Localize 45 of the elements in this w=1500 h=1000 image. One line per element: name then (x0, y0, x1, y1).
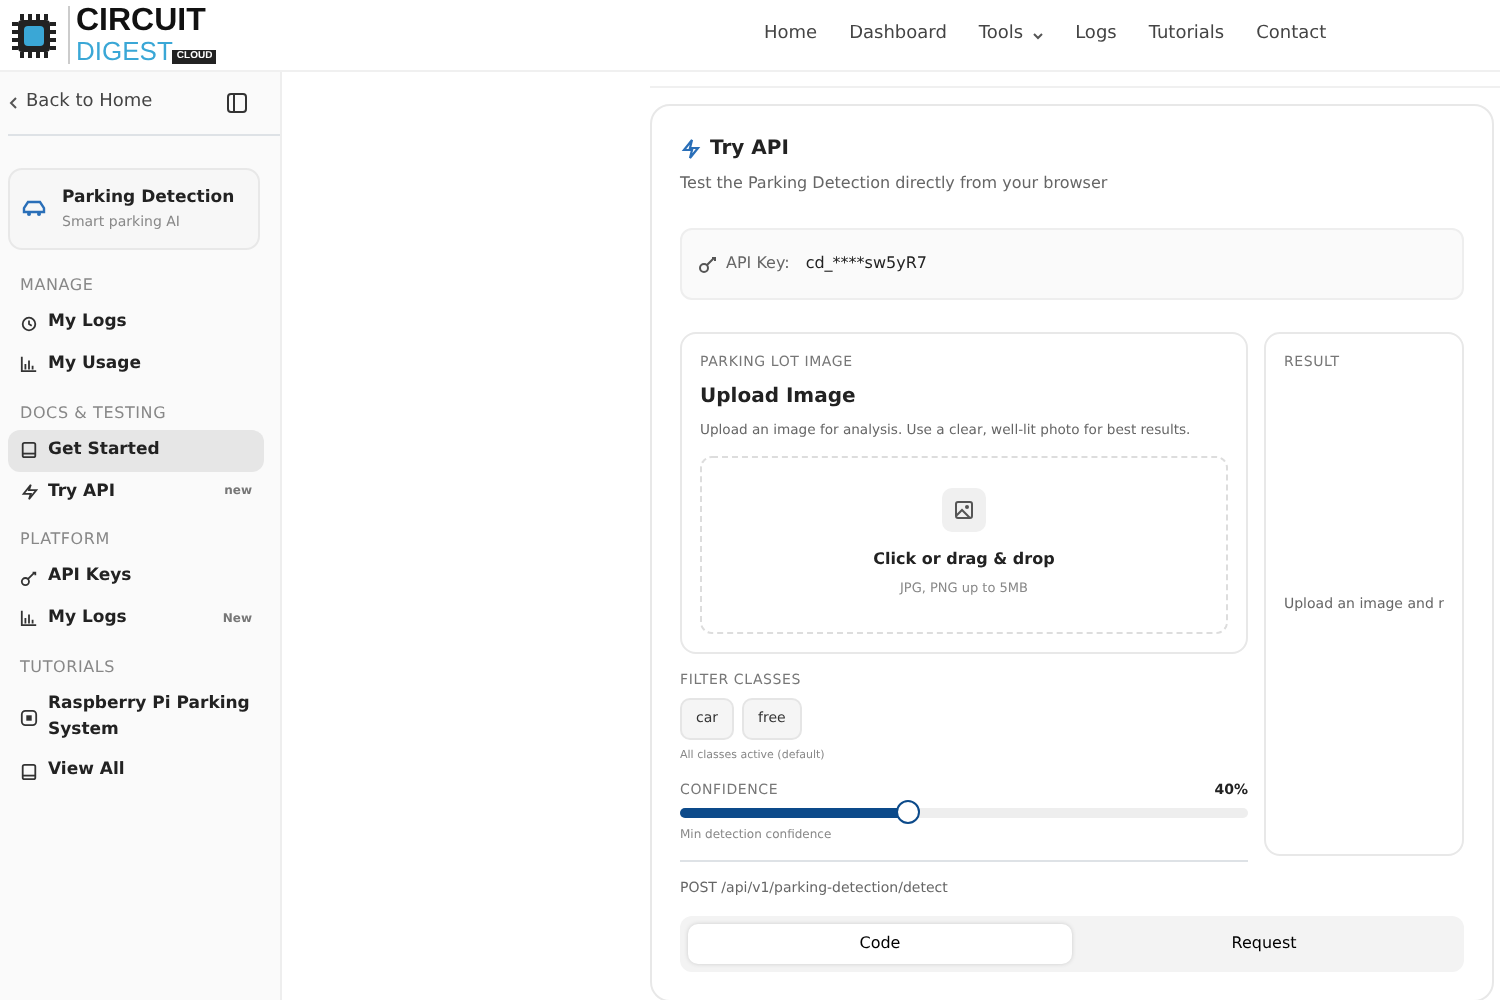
logo-text: CIRCUIT (76, 6, 208, 38)
chip-icon (20, 707, 38, 727)
sidebar-item[interactable]: My Usage (8, 344, 264, 386)
sidebar-item[interactable]: Get Started (8, 429, 264, 471)
history-icon (20, 313, 38, 334)
sidebar-toggle-icon[interactable] (226, 92, 248, 114)
section-heading: DOCS & TESTING (18, 401, 169, 426)
nav-link[interactable]: Tutorials (1148, 21, 1225, 49)
nav-link[interactable]: Home (764, 21, 818, 49)
bar-chart-icon (20, 608, 38, 629)
product-name: Parking Detection (62, 186, 235, 212)
upload-title: Upload Image (700, 383, 858, 411)
car-icon (22, 200, 46, 219)
api-key-value: cd_****sw5yR7 (805, 252, 927, 276)
sidebar-item[interactable]: Raspberry Pi Parking System (8, 683, 264, 751)
section-heading: MANAGE (18, 274, 96, 299)
drop-title: Click or drag & drop (873, 548, 1055, 573)
logo-text: DIGEST (76, 38, 173, 64)
card-title: Try API (710, 136, 789, 164)
book-icon (20, 761, 38, 782)
chevron-left-icon (8, 96, 18, 110)
section-heading: TUTORIALS (18, 655, 118, 680)
code-tab[interactable]: Request (1072, 923, 1456, 964)
bar-chart-icon (20, 354, 38, 375)
back-link[interactable]: Back to Home (8, 89, 153, 117)
section-heading: PLATFORM (18, 528, 112, 553)
sidebar-item[interactable]: My Logs (8, 302, 264, 344)
card-subtitle: Test the Parking Detection directly from your browser (680, 172, 1110, 196)
sidebar-item[interactable]: API Keys (8, 556, 264, 598)
code-tab[interactable]: Code (688, 923, 1072, 964)
api-key-label: API Key: (726, 252, 790, 276)
book-icon (20, 440, 38, 461)
lightning-icon (680, 138, 702, 160)
nav-dropdown[interactable]: Tools (978, 21, 1044, 49)
key-icon (698, 254, 718, 274)
nav-link[interactable]: Contact (1256, 21, 1327, 49)
nav-link[interactable]: Dashboard (849, 21, 947, 49)
image-icon (941, 488, 986, 533)
slider-thumb[interactable] (895, 800, 920, 825)
lightning-icon (20, 481, 38, 502)
chip-logo-icon (8, 9, 60, 61)
key-icon (20, 567, 38, 588)
sidebar-item[interactable]: View All (8, 750, 264, 792)
caret-icon (1031, 31, 1044, 39)
nav-link[interactable]: Logs (1075, 21, 1117, 49)
